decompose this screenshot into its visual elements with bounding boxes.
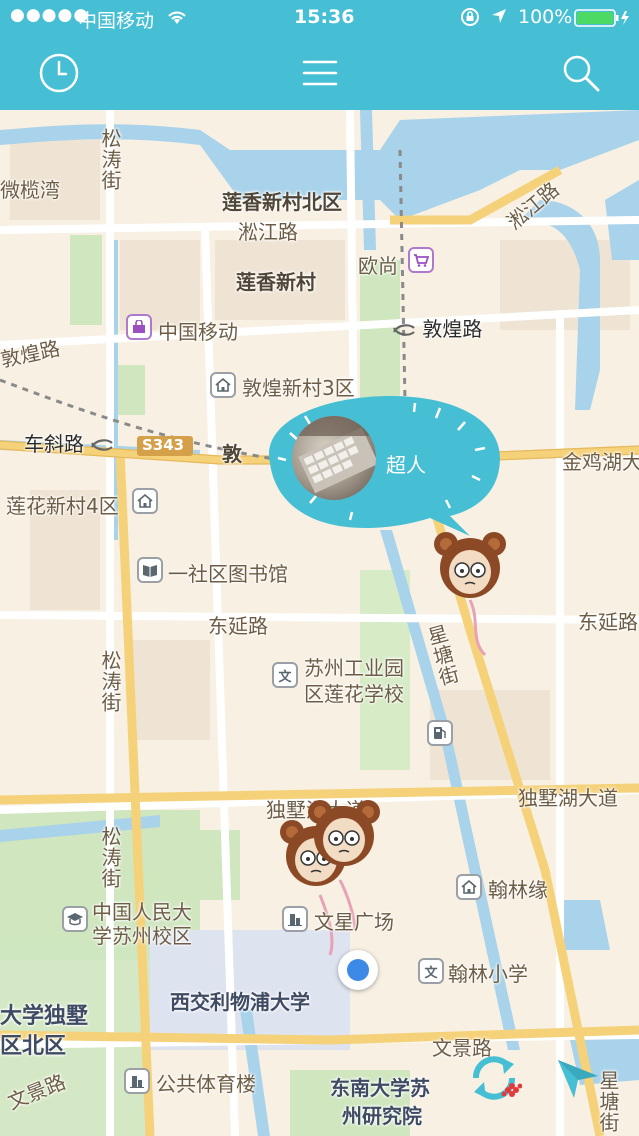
search-icon xyxy=(563,55,600,92)
refresh-button[interactable] xyxy=(466,1050,523,1106)
rotation-lock-icon xyxy=(460,7,480,32)
map-label-songtaojie-mid: 松涛街 xyxy=(98,650,122,713)
menu-button[interactable] xyxy=(295,48,345,98)
status-time: 15:36 xyxy=(294,6,355,28)
map-label-songjiang-road: 淞江路 xyxy=(238,220,298,244)
map-view[interactable]: 微榄湾 松涛街 莲香新村北区 淞江路 淞江路 欧尚 莲香新村 中国移动 敦煌路 … xyxy=(0,110,639,1136)
map-label-dun: 敦 xyxy=(222,442,242,466)
residential-icon[interactable] xyxy=(456,874,482,900)
map-label-lianhua4: 莲花新村4区 xyxy=(6,494,119,518)
refresh-icon xyxy=(473,1056,523,1100)
map-label-auchan: 欧尚 xyxy=(358,254,398,278)
current-location-dot xyxy=(338,950,378,990)
school-icon[interactable]: 文 xyxy=(272,662,298,688)
map-label-hanlin-school: 翰林小学 xyxy=(448,962,528,986)
gas-station-icon[interactable] xyxy=(427,720,453,746)
school-icon[interactable]: 文 xyxy=(418,958,444,984)
wifi-icon xyxy=(166,8,188,31)
map-label-dushuhu-ave-e: 独墅湖大道 xyxy=(518,786,618,810)
map-label-school-line2: 区莲花学校 xyxy=(304,682,404,706)
locate-arrow-icon xyxy=(558,1060,598,1098)
map-label-hanlin-yuan: 翰林缘 xyxy=(488,878,548,902)
search-button[interactable] xyxy=(556,48,606,98)
location-arrow-icon xyxy=(490,7,508,30)
history-button[interactable] xyxy=(34,48,84,98)
map-label-seu-line2: 州研究院 xyxy=(342,1104,422,1128)
menu-icon xyxy=(302,60,338,86)
map-label-renmin-line2: 学苏州校区 xyxy=(92,924,192,948)
map-label-dushu-line1: 大学独墅 xyxy=(0,1004,89,1029)
library-icon[interactable] xyxy=(137,557,163,583)
shopping-bag-icon[interactable] xyxy=(126,314,152,340)
map-label-lianxiang-north: 莲香新村北区 xyxy=(222,190,342,214)
map-label-gym: 公共体育楼 xyxy=(156,1072,256,1096)
map-label-library: 一社区图书馆 xyxy=(168,562,288,586)
map-label-dongyan-road-w: 东延路 xyxy=(208,614,268,638)
battery-icon xyxy=(574,9,634,32)
map-base-layer xyxy=(0,110,639,1136)
bear-avatar-pin[interactable] xyxy=(430,526,510,606)
highway-icon xyxy=(91,439,114,451)
keyboard-photo xyxy=(292,416,376,494)
map-label-jinjihu: 金鸡湖大 xyxy=(562,450,639,474)
map-label-s343: S343 xyxy=(142,436,185,454)
map-label-songtaojie-low: 松涛街 xyxy=(98,826,122,889)
bear-avatar-pin[interactable] xyxy=(304,794,384,874)
clock-icon xyxy=(39,53,79,93)
highway-icon xyxy=(393,324,415,336)
map-label-weilanwan: 微榄湾 xyxy=(0,178,60,202)
user-name-label: 超人 xyxy=(386,453,426,477)
map-label-chexie-road: 车斜路 xyxy=(24,428,114,457)
map-label-dushu-line2: 区北区 xyxy=(0,1034,67,1059)
residential-icon[interactable] xyxy=(132,488,158,514)
map-label-dongyan-road-e: 东延路 xyxy=(578,610,638,634)
user-avatar[interactable] xyxy=(292,416,376,500)
map-label-seu-line1: 东南大学苏 xyxy=(330,1076,430,1100)
map-label-lianxiang: 莲香新村 xyxy=(236,270,316,294)
carrier-label: 中国移动 xyxy=(78,10,155,32)
residential-icon[interactable] xyxy=(210,372,236,398)
chexie-road-text: 车斜路 xyxy=(24,432,84,456)
map-label-dunhuang-road-e: 敦煌路 xyxy=(392,313,482,342)
map-label-songtaojie: 松涛街 xyxy=(98,128,122,191)
building-icon[interactable] xyxy=(282,906,308,932)
university-icon[interactable] xyxy=(62,906,88,932)
status-bar: ●●●●● 中国移动 15:36 100% xyxy=(0,0,639,36)
dunhuang-road-text: 敦煌路 xyxy=(422,317,483,341)
map-label-school-line1: 苏州工业园 xyxy=(304,656,404,680)
map-label-cmcc: 中国移动 xyxy=(158,320,238,344)
map-label-wenxing: 文星广场 xyxy=(314,910,394,934)
user-speech-bubble[interactable] xyxy=(250,388,505,538)
locate-me-button[interactable] xyxy=(552,1052,602,1102)
shopping-cart-icon[interactable] xyxy=(408,247,434,273)
battery-percent: 100% xyxy=(518,6,573,28)
map-label-xjtlu: 西交利物浦大学 xyxy=(170,990,310,1014)
building-icon[interactable] xyxy=(124,1068,150,1094)
top-nav-bar xyxy=(0,36,639,110)
